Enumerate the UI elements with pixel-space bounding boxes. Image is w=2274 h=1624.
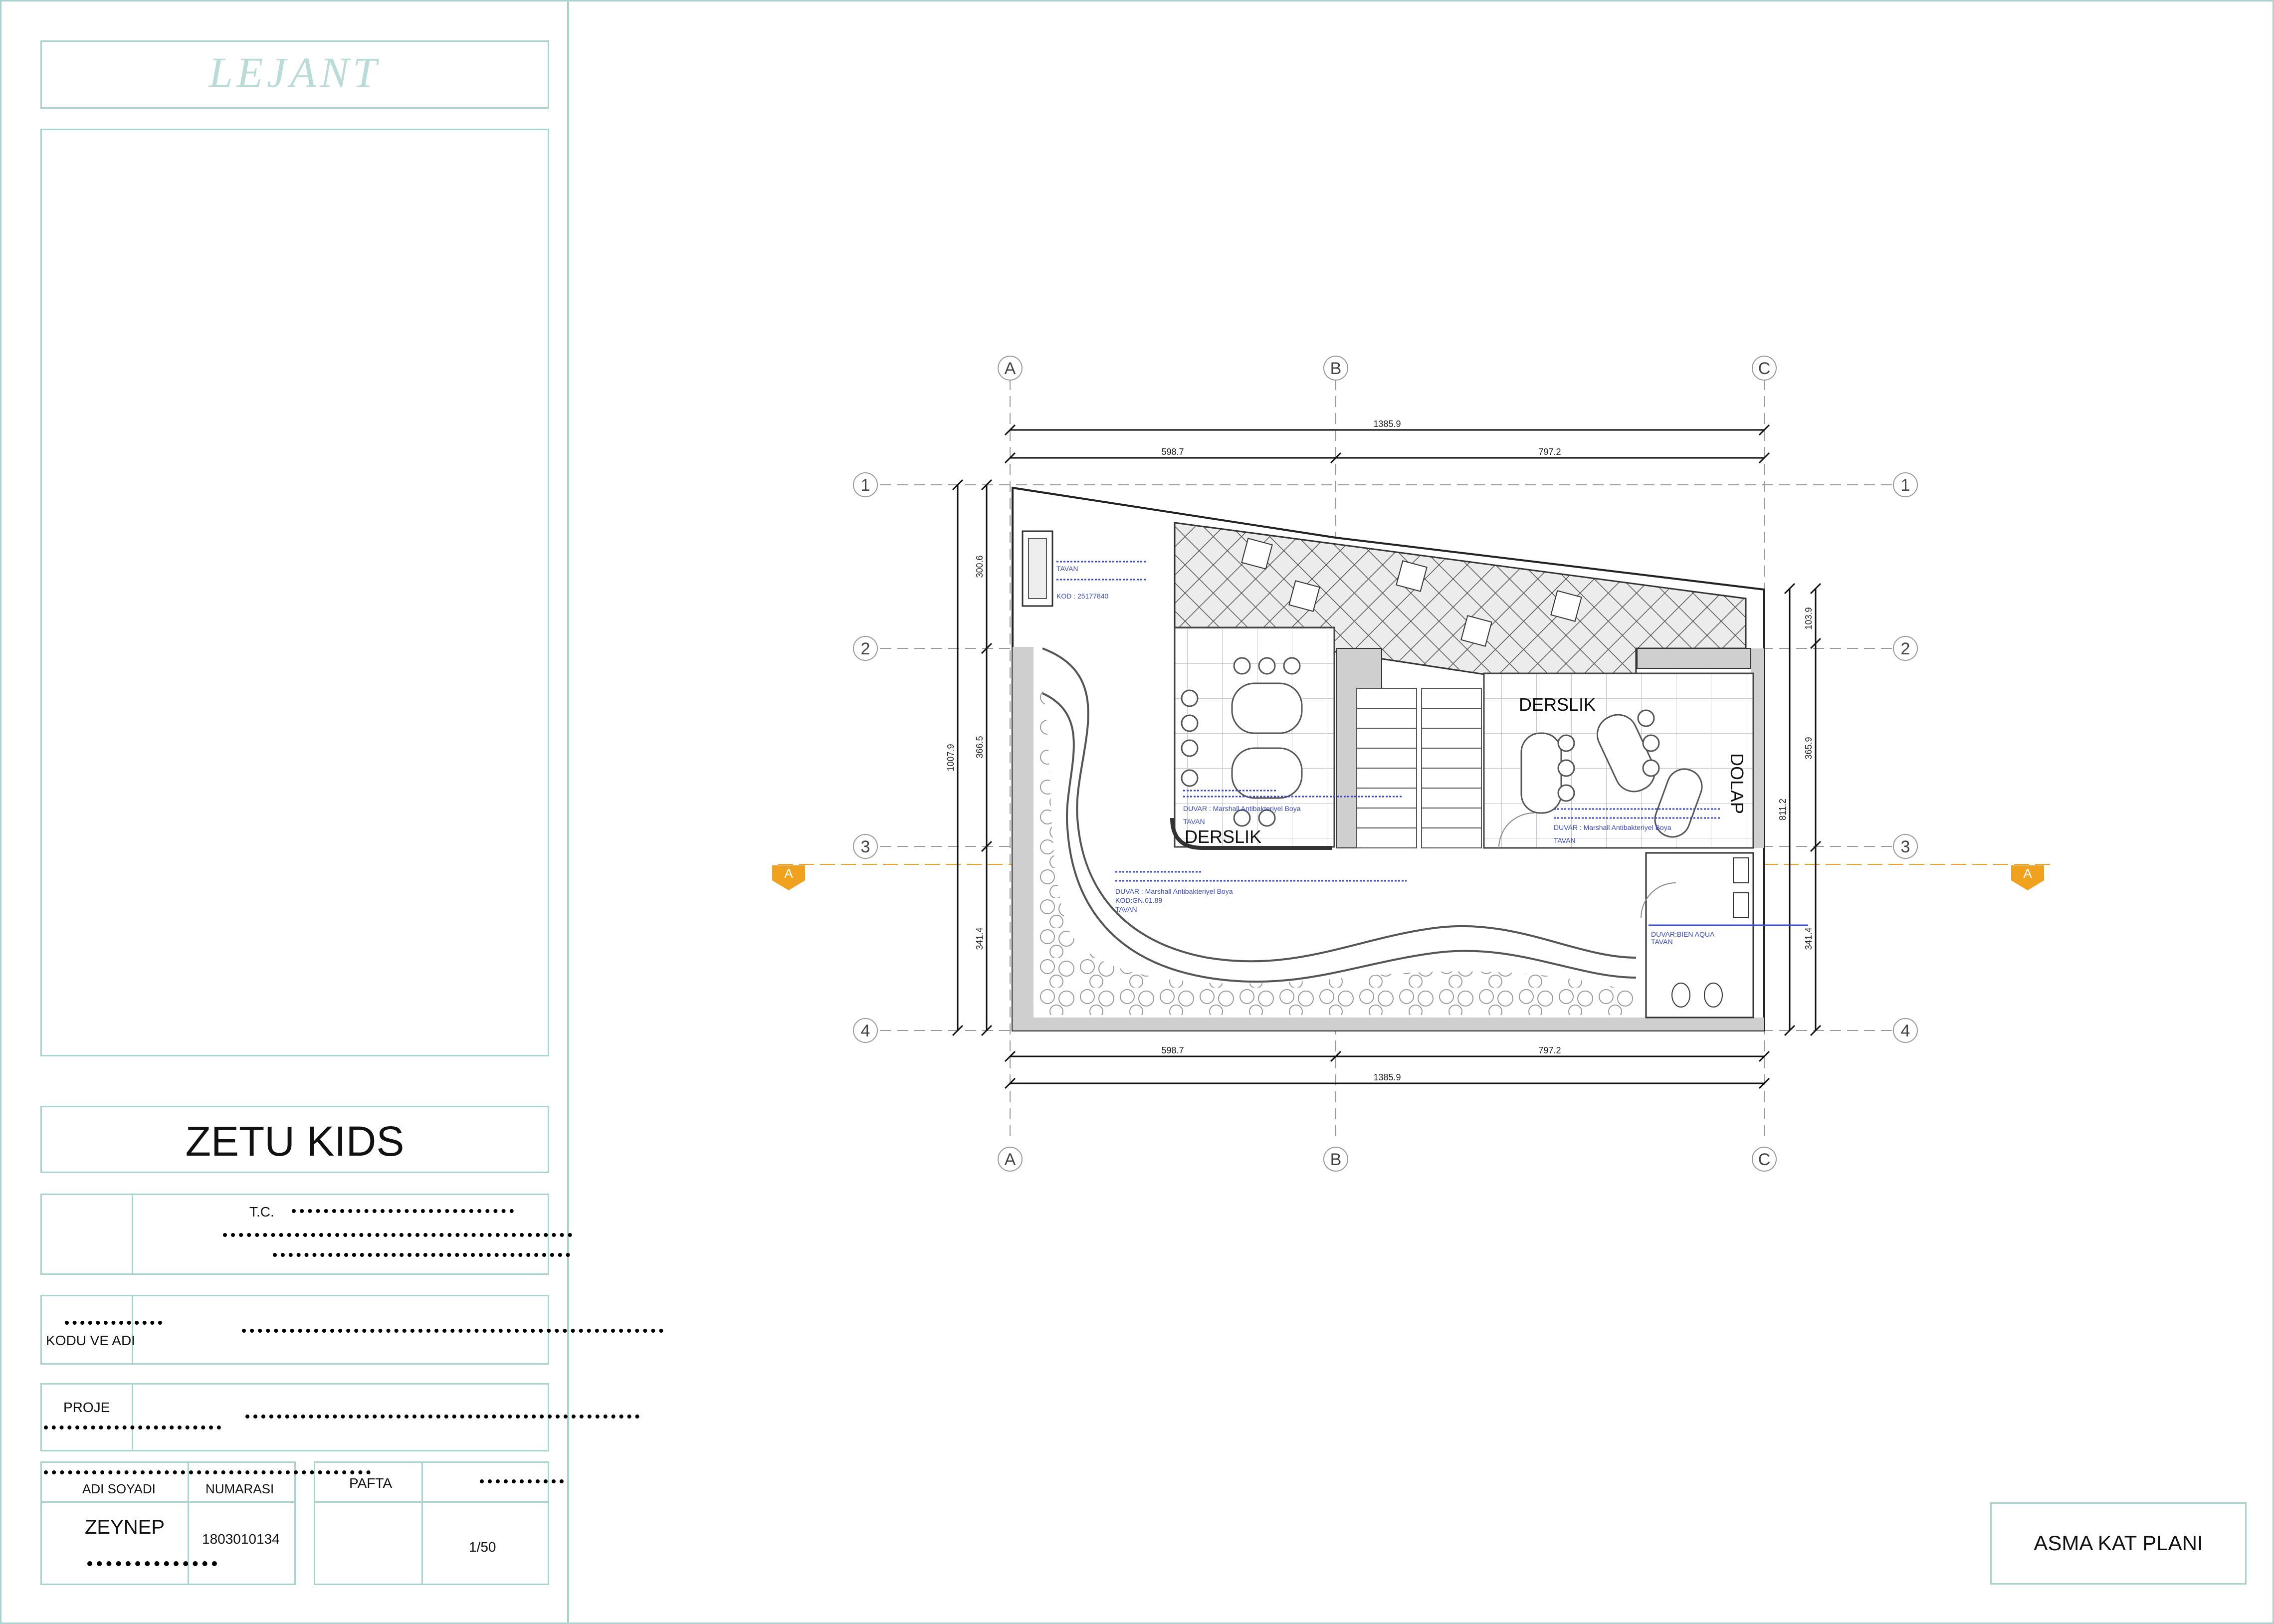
dim-bottom-total: 1385.9 [1373, 1072, 1401, 1082]
grid-bubble-4-left: 4 [853, 1018, 878, 1043]
grid-bubble-2-left: 2 [853, 636, 878, 661]
svg-text:A: A [1005, 359, 1016, 378]
note-1: TAVAN [1056, 565, 1078, 573]
grid-bubble-2-right: 2 [1893, 636, 1918, 661]
svg-text:A: A [1005, 1150, 1016, 1169]
svg-text:B: B [1330, 359, 1342, 378]
section-label-right: A [2023, 866, 2032, 881]
dim-left-bottom: 341.4 [975, 927, 985, 950]
grid-bubble-c-bottom: C [1752, 1147, 1777, 1172]
dim-right-middle: 365.9 [1804, 737, 1814, 759]
svg-text:C: C [1758, 1150, 1771, 1169]
note-4: TAVAN [1183, 817, 1205, 825]
svg-text:2: 2 [1901, 639, 1910, 658]
note-3: DUVAR : Marshall Antibakteriyel Boya [1183, 805, 1301, 812]
svg-text:C: C [1758, 359, 1771, 378]
grid-bubble-c-top: C [1752, 356, 1777, 381]
note-6: TAVAN [1554, 836, 1576, 844]
room-label-derslik-1: DERSLIK [1185, 826, 1261, 847]
grid-bubble-1-left: 1 [853, 472, 878, 497]
building [1012, 486, 1765, 1031]
dim-left-top: 300.6 [975, 555, 985, 578]
section-label-left: A [784, 866, 793, 881]
grid-bubble-b-top: B [1323, 356, 1348, 381]
note-7: DUVAR : Marshall Antibakteriyel Boya [1115, 887, 1233, 895]
note-8: KOD:GN.01.89 [1115, 896, 1162, 904]
dim-top-right: 797.2 [1538, 447, 1561, 457]
room-label-dolap: DOLAP [1727, 753, 1747, 814]
dim-left-middle: 366.5 [975, 736, 985, 758]
svg-text:B: B [1330, 1150, 1342, 1169]
grid-bubble-3-left: 3 [853, 834, 878, 859]
svg-text:2: 2 [861, 639, 870, 658]
svg-text:1: 1 [1901, 476, 1910, 495]
grid-bubble-1-right: 1 [1893, 472, 1918, 497]
note-5: DUVAR : Marshall Antibakteriyel Boya [1554, 823, 1671, 831]
svg-text:3: 3 [1901, 837, 1910, 856]
dim-left-total: 1007.9 [946, 744, 956, 771]
svg-text:4: 4 [861, 1021, 870, 1040]
dim-bottom-left: 598.7 [1161, 1045, 1184, 1055]
note-9: TAVAN [1115, 905, 1137, 913]
dim-top-left: 598.7 [1161, 447, 1184, 457]
grid-bubble-3-right: 3 [1893, 834, 1918, 859]
grid-bubble-a-top: A [998, 356, 1023, 381]
dim-right-total: 811.2 [1778, 799, 1788, 820]
dim-right-bottom: 341.4 [1804, 927, 1814, 950]
room-label-derslik-2: DERSLIK [1519, 694, 1596, 715]
svg-text:3: 3 [861, 837, 870, 856]
grid-bubble-b-bottom: B [1323, 1147, 1348, 1172]
svg-text:1: 1 [861, 476, 870, 495]
svg-text:4: 4 [1901, 1021, 1910, 1040]
grid-bubble-a-bottom: A [998, 1147, 1023, 1172]
classroom-1-floor [1174, 626, 1335, 848]
dim-right-top: 103.9 [1804, 607, 1814, 629]
floor-plan: A A A B C A B C 1 2 3 4 1 2 3 4 1385.9 5… [772, 356, 2055, 1172]
note-2: KOD : 25177840 [1056, 592, 1109, 600]
dim-bottom-right: 797.2 [1538, 1045, 1561, 1055]
section-marker-right: A [2011, 865, 2044, 890]
note-10: DUVAR:BIEN AQUA [1651, 930, 1715, 938]
dolap-block [1637, 648, 1751, 669]
dim-top-total: 1385.9 [1373, 419, 1401, 429]
section-marker-left: A [772, 865, 805, 890]
grid-bubble-4-right: 4 [1893, 1018, 1918, 1043]
note-11: TAVAN [1651, 938, 1673, 946]
